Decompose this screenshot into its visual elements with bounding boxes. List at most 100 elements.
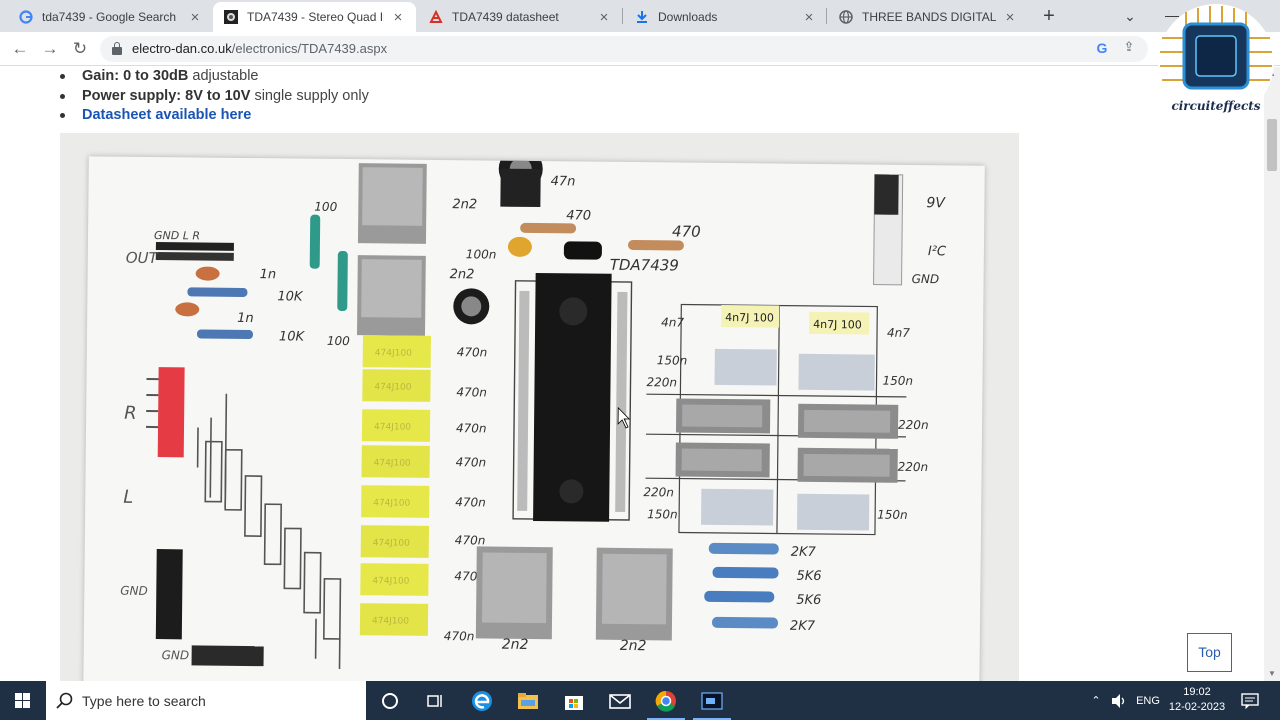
close-tab-icon[interactable]: × xyxy=(801,9,817,26)
search-icon xyxy=(56,692,74,710)
tab-datasheet[interactable]: TDA7439 datasheet × xyxy=(418,2,622,32)
list-item: Gain: 0 to 30dB adjustable xyxy=(60,67,369,87)
address-bar[interactable]: electro-dan.co.uk/electronics/TDA7439.as… xyxy=(100,36,1148,62)
scroll-down-icon[interactable]: ▼ xyxy=(1268,669,1276,678)
tab-title: Downloads xyxy=(658,10,795,24)
tab-title: TDA7439 - Stereo Quad Inpu xyxy=(247,10,384,24)
svg-text:150n: 150n xyxy=(647,507,678,521)
tab-title: TDA7439 datasheet xyxy=(452,10,590,24)
scroll-thumb[interactable] xyxy=(1267,119,1277,171)
tab-google-search[interactable]: tda7439 - Google Search × xyxy=(8,2,213,32)
svg-text:150n: 150n xyxy=(882,374,913,388)
language-indicator[interactable]: ENG xyxy=(1132,681,1164,720)
svg-text:470n: 470n xyxy=(456,455,487,469)
google-lens-icon[interactable]: G xyxy=(1094,40,1110,58)
screen-recorder-icon[interactable] xyxy=(689,681,735,720)
capacitor-1n xyxy=(175,302,199,316)
svg-text:474J100: 474J100 xyxy=(372,576,409,586)
back-to-top-button[interactable]: Top xyxy=(1187,633,1232,672)
tab-search-chevron-icon[interactable]: ⌄ xyxy=(1120,4,1140,28)
svg-text:474J100: 474J100 xyxy=(374,422,411,432)
svg-text:150n: 150n xyxy=(657,353,688,367)
site-icon xyxy=(223,9,239,25)
svg-text:474J100: 474J100 xyxy=(374,458,411,468)
chevron-up-icon[interactable]: ⌃ xyxy=(1088,681,1104,720)
channel-logo-text: circuiteffects xyxy=(1166,99,1266,113)
label-2n2: 2n2 xyxy=(620,638,647,654)
out-header xyxy=(156,242,234,261)
tab-title: tda7439 - Google Search xyxy=(42,10,181,24)
windows-taskbar: Type here to search ⌃ ENG 19:02 12-02-20… xyxy=(0,681,1280,720)
list-item: Datasheet available here xyxy=(60,106,369,126)
tab-tda7439-page[interactable]: TDA7439 - Stereo Quad Inpu × xyxy=(213,2,416,32)
circuit-board-photo: OUT GND L R 1n 10K 1n 10K 100 100 xyxy=(60,133,1019,681)
transistor xyxy=(564,241,602,259)
browser-toolbar: ← → ↻ electro-dan.co.uk/electronics/TDA7… xyxy=(0,32,1280,66)
resistor-470 xyxy=(628,240,684,251)
resistor-10k xyxy=(187,287,247,297)
chrome-icon[interactable] xyxy=(643,681,689,720)
svg-text:220n: 220n xyxy=(646,375,677,389)
label-2n2: 2n2 xyxy=(450,267,475,282)
svg-text:220n: 220n xyxy=(898,418,929,432)
svg-text:470n: 470n xyxy=(455,533,486,547)
close-tab-icon[interactable]: × xyxy=(187,9,203,26)
share-icon[interactable]: ⇪ xyxy=(1120,39,1138,57)
forward-button[interactable]: → xyxy=(38,37,62,61)
label-470: 470 xyxy=(672,222,701,240)
mail-icon[interactable] xyxy=(597,681,643,720)
clock-date: 12-02-2023 xyxy=(1168,700,1226,715)
svg-text:150n: 150n xyxy=(877,508,908,522)
cortana-icon[interactable] xyxy=(367,681,413,720)
file-explorer-icon[interactable] xyxy=(505,681,551,720)
resistor-100 xyxy=(337,251,348,311)
label-9v: 9V xyxy=(926,195,946,211)
volume-icon[interactable] xyxy=(1108,681,1130,720)
task-view-icon[interactable] xyxy=(412,681,458,720)
svg-text:220n: 220n xyxy=(898,460,929,474)
taskbar-search-box[interactable]: Type here to search xyxy=(46,681,366,720)
resistor-470 xyxy=(520,223,576,234)
svg-text:474J100: 474J100 xyxy=(375,348,412,358)
new-tab-button[interactable]: + xyxy=(1038,4,1060,28)
svg-text:474J100: 474J100 xyxy=(373,538,410,548)
start-button[interactable] xyxy=(0,681,46,720)
tab-three-bands[interactable]: THREE BANDS DIGITALLY CO × xyxy=(828,2,1028,32)
label-4n7: 4n7 xyxy=(661,315,684,329)
svg-text:470n: 470n xyxy=(456,385,487,399)
label-gnd: GND xyxy=(912,272,940,286)
svg-text:470n: 470n xyxy=(457,345,488,359)
tab-downloads[interactable]: Downloads × xyxy=(624,2,827,32)
label-5k6: 5K6 xyxy=(796,569,821,584)
store-icon[interactable] xyxy=(551,681,597,720)
svg-text:470n: 470n xyxy=(444,629,475,643)
close-tab-icon[interactable]: × xyxy=(390,9,406,26)
svg-text:470n: 470n xyxy=(456,421,487,435)
notification-icon[interactable] xyxy=(1236,681,1264,720)
label-10k: 10K xyxy=(279,329,306,344)
yellow-capacitor-column xyxy=(360,335,431,636)
close-tab-icon[interactable]: × xyxy=(596,9,612,26)
label-2n2: 2n2 xyxy=(452,197,477,212)
resistor-group xyxy=(704,543,779,629)
url-text[interactable]: electro-dan.co.uk/electronics/TDA7439.as… xyxy=(132,41,387,56)
label-gnd: GND xyxy=(162,648,190,662)
label-100n: 100n xyxy=(466,247,497,261)
label-2k7: 2K7 xyxy=(791,545,817,560)
svg-text:4n7J 100: 4n7J 100 xyxy=(725,311,774,325)
reload-button[interactable]: ↻ xyxy=(68,37,92,61)
label-out: OUT xyxy=(126,249,160,267)
label-10k: 10K xyxy=(277,289,304,304)
google-icon xyxy=(18,9,34,25)
label-gnd-l-r: GND L R xyxy=(154,229,200,242)
label-l: L xyxy=(123,487,133,508)
page-scrollbar[interactable]: ▲ ▼ xyxy=(1264,67,1280,681)
close-tab-icon[interactable]: × xyxy=(1002,9,1018,26)
label-100: 100 xyxy=(327,334,350,348)
back-button[interactable]: ← xyxy=(8,37,32,61)
board-drawing: OUT GND L R 1n 10K 1n 10K 100 100 xyxy=(83,156,985,681)
edge-icon[interactable] xyxy=(459,681,505,720)
pdf-icon xyxy=(428,9,444,25)
system-clock[interactable]: 19:02 12-02-2023 xyxy=(1168,685,1226,715)
datasheet-link[interactable]: Datasheet available here xyxy=(82,107,251,123)
